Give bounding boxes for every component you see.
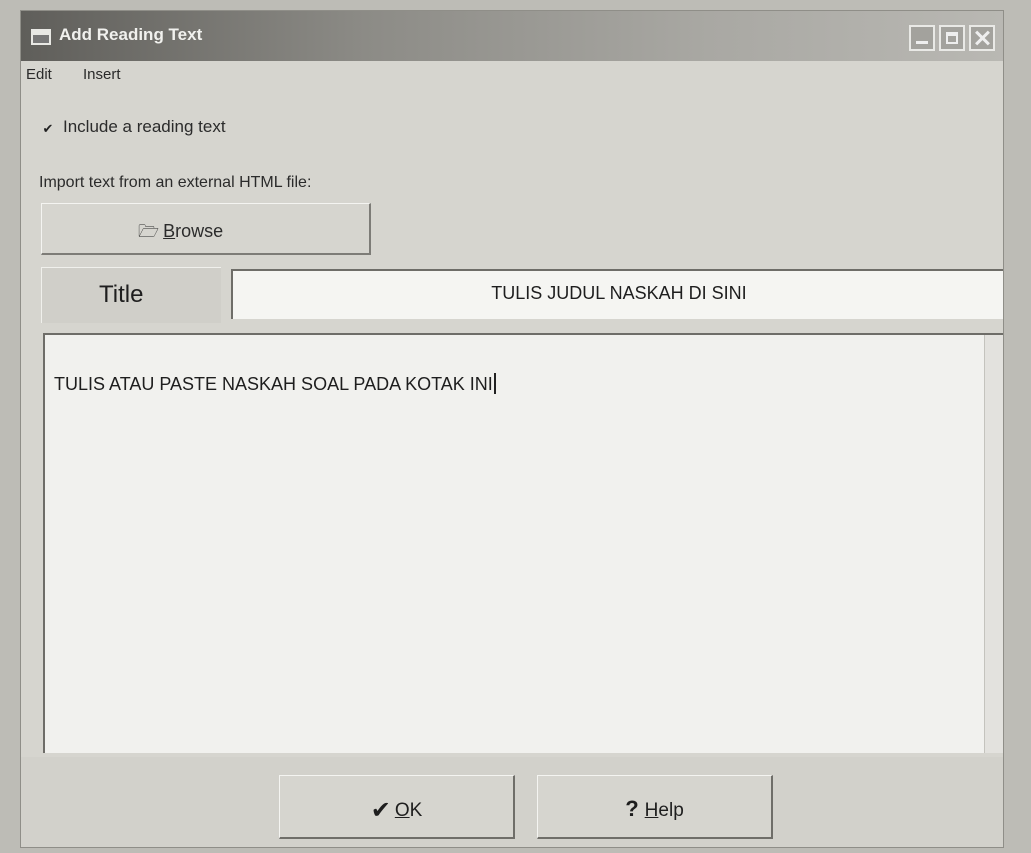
browse-button[interactable]: 🗁 Browse <box>41 203 371 255</box>
ok-mnemonic: O <box>394 800 410 821</box>
window-app-icon <box>31 29 51 45</box>
browse-mnemonic: B <box>163 221 176 241</box>
checkmark-icon: ✔ <box>370 797 391 824</box>
help-mnemonic: H <box>644 800 659 821</box>
help-question-icon: ? <box>625 796 639 821</box>
maximize-button[interactable] <box>939 25 965 51</box>
ok-label: K <box>409 800 423 821</box>
ok-button[interactable]: ✔ OK <box>279 775 515 839</box>
help-button[interactable]: ? Help <box>537 775 773 839</box>
title-bar[interactable]: Add Reading Text <box>21 11 1003 61</box>
add-reading-text-dialog: Add Reading Text Edit Insert ✔ Include a … <box>20 10 1004 848</box>
import-label: Import text from an external HTML file: <box>39 174 312 191</box>
title-label: Title <box>99 281 144 308</box>
include-reading-text-row[interactable]: ✔ Include a reading text <box>41 117 226 137</box>
reading-text-area[interactable]: TULIS ATAU PASTE NASKAH SOAL PADA KOTAK … <box>43 333 1003 753</box>
menu-insert[interactable]: Insert <box>83 66 121 83</box>
help-label: elp <box>658 800 684 821</box>
window-title: Add Reading Text <box>59 25 203 44</box>
title-label-box: Title <box>41 267 221 323</box>
folder-open-icon: 🗁 <box>138 222 160 241</box>
vertical-scrollbar[interactable] <box>984 335 1003 753</box>
menu-edit[interactable]: Edit <box>26 66 52 83</box>
reading-text-content: TULIS ATAU PASTE NASKAH SOAL PADA KOTAK … <box>54 374 493 394</box>
menu-bar: Edit Insert <box>21 63 1003 89</box>
minimize-button[interactable] <box>909 25 935 51</box>
close-button[interactable] <box>969 25 995 51</box>
browse-label: rowse <box>175 221 224 241</box>
include-reading-text-checkbox[interactable]: ✔ <box>41 122 55 136</box>
include-reading-text-label: Include a reading text <box>63 117 226 136</box>
text-caret <box>493 373 496 394</box>
title-input[interactable]: TULIS JUDUL NASKAH DI SINI <box>231 269 1003 319</box>
